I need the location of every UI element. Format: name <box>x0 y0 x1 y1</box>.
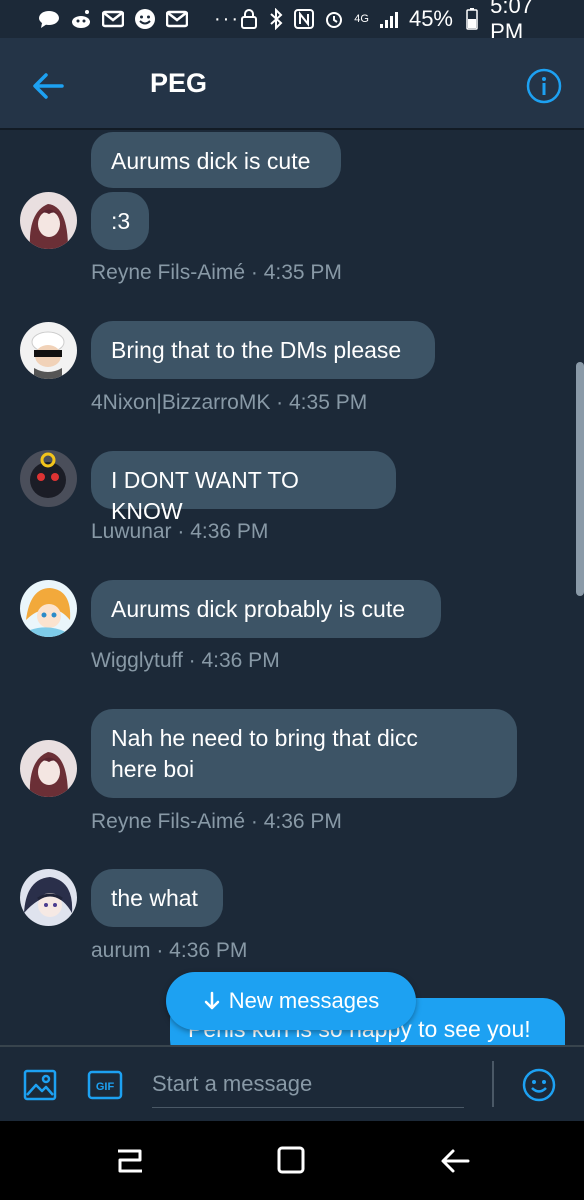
system-navigation-bar <box>0 1121 584 1200</box>
message-bubble[interactable]: :3 <box>91 192 149 250</box>
avatar[interactable] <box>20 450 77 507</box>
home-icon <box>277 1146 305 1174</box>
image-icon <box>23 1069 57 1101</box>
message-meta: Wigglytuff · 4:36 PM <box>91 649 280 672</box>
message-meta: Reyne Fils-Aimé · 4:35 PM <box>91 261 342 284</box>
avatar[interactable] <box>20 322 77 379</box>
gif-icon: GIF <box>87 1070 123 1100</box>
avatar[interactable] <box>20 580 77 637</box>
gmail-icon <box>166 9 188 29</box>
new-messages-label: New messages <box>228 988 380 1013</box>
message-text: Aurums dick is cute <box>111 148 311 174</box>
recent-apps-button[interactable] <box>110 1143 150 1179</box>
message-bubble[interactable]: Bring that to the DMs please <box>91 321 435 379</box>
bluetooth-icon <box>267 8 284 30</box>
scrollbar-thumb[interactable] <box>576 362 584 596</box>
avatar-image <box>20 740 77 797</box>
back-button[interactable] <box>28 66 68 106</box>
message-text: Bring that to the DMs please <box>111 337 402 363</box>
back-nav-button[interactable] <box>436 1143 476 1179</box>
more-notifications-indicator: ··· <box>214 7 240 30</box>
message-meta: aurum · 4:36 PM <box>91 939 248 962</box>
message-text: Nah he need to bring that dicc here boi <box>111 725 418 782</box>
avatar-image <box>20 322 77 379</box>
message-bubble[interactable]: I DONT WANT TO KNOW <box>91 451 396 524</box>
avatar-image <box>20 580 77 637</box>
message-bubble[interactable]: Nah he need to bring that dicc here boi <box>91 709 517 798</box>
network-type-label: 4G <box>354 13 369 25</box>
lock-icon <box>240 9 257 29</box>
nfc-icon <box>294 9 315 29</box>
emoji-icon <box>522 1068 556 1102</box>
avatar-image <box>20 869 77 926</box>
message-text: Aurums dick probably is cute <box>111 596 406 622</box>
conversation-header: PEG <box>0 38 584 130</box>
info-icon <box>526 68 562 104</box>
battery-percent: 45% <box>408 6 453 31</box>
avatar[interactable] <box>20 740 77 797</box>
back-arrow-icon <box>33 73 64 99</box>
signal-icon <box>379 9 399 29</box>
message-meta: Luwunar · 4:36 PM <box>91 520 269 543</box>
message-composer: GIF <box>0 1045 584 1121</box>
avatar-image <box>20 450 77 507</box>
reddit-icon <box>70 9 92 29</box>
add-gif-button[interactable]: GIF <box>87 1067 123 1103</box>
battery-icon <box>463 8 480 30</box>
smiley-app-icon <box>134 9 156 29</box>
message-bubble[interactable]: Aurums dick is cute <box>91 132 341 188</box>
composer-divider <box>492 1061 494 1107</box>
gmail-icon <box>102 9 124 29</box>
recent-apps-icon <box>118 1149 142 1173</box>
status-bar-notifications: ··· <box>38 8 240 31</box>
message-text: I DONT WANT TO KNOW <box>111 467 299 524</box>
message-text: :3 <box>111 208 131 234</box>
home-button[interactable] <box>272 1143 312 1179</box>
gif-icon-label: GIF <box>96 1081 115 1093</box>
message-bubble[interactable]: the what <box>91 869 223 927</box>
message-meta: 4Nixon|BizzarroMK · 4:35 PM <box>91 391 368 414</box>
status-bar: ··· 4G 45% 5:07 PM <box>0 0 584 44</box>
message-text: the what <box>111 885 198 911</box>
avatar[interactable] <box>20 869 77 926</box>
arrow-down-icon <box>204 991 220 1010</box>
message-meta: Reyne Fils-Aimé · 4:36 PM <box>91 810 342 833</box>
avatar-image <box>20 192 77 249</box>
new-messages-button[interactable]: New messages <box>166 972 416 1030</box>
chat-bubble-icon <box>38 9 60 29</box>
message-list[interactable]: Aurums dick is cute :3 Reyne Fils-Aimé ·… <box>0 130 584 1045</box>
avatar[interactable] <box>20 192 77 249</box>
back-nav-icon <box>441 1149 470 1173</box>
alarm-icon <box>324 9 344 29</box>
conversation-info-button[interactable] <box>526 68 562 104</box>
emoji-button[interactable] <box>521 1067 557 1103</box>
page-title: PEG <box>150 68 208 98</box>
message-bubble[interactable]: Aurums dick probably is cute <box>91 580 441 638</box>
message-input[interactable] <box>152 1061 464 1108</box>
add-photo-button[interactable] <box>22 1067 58 1103</box>
